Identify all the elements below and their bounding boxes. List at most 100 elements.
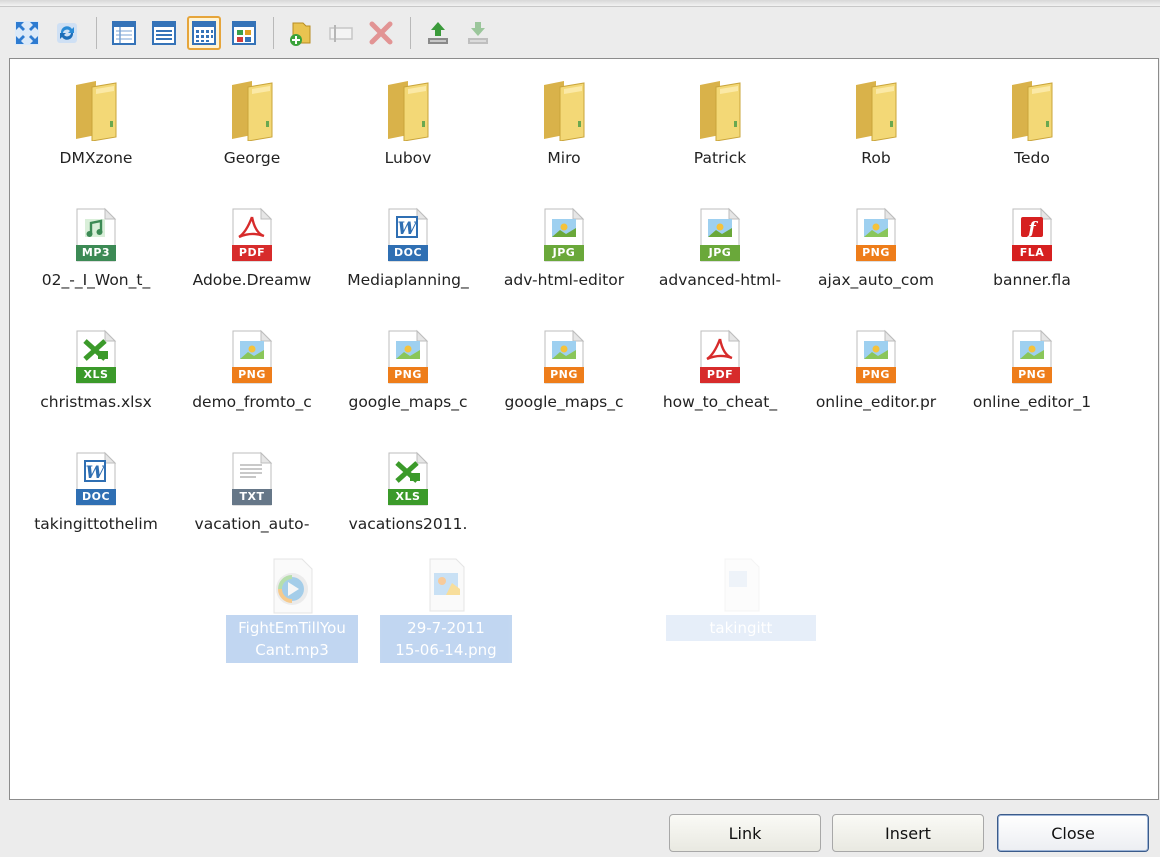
file-item[interactable]: XLS christmas.xlsx [18,313,174,427]
toolbar-separator [273,17,274,49]
file-item[interactable]: PDF Adobe.Dreamw [174,191,330,305]
file-item[interactable]: TXT vacation_auto- [174,435,330,549]
file-label: banner.fla [993,271,1071,289]
file-label: online_editor_1 [972,393,1092,411]
folder-icon [388,81,429,141]
folder-icon [544,81,585,141]
file-type-badge: MP3 [76,245,116,261]
file-item[interactable]: XLS vacations2011. [330,435,486,549]
new-folder-icon[interactable] [284,16,318,50]
drag-ghost-label: takingitt [666,615,816,641]
file-label: google_maps_c [348,393,468,411]
details-view-icon[interactable] [107,16,141,50]
file-type-badge: XLS [76,367,116,383]
rename-icon[interactable] [324,16,358,50]
file-items: MP3 02_-_I_Won_t_ PDF Adobe.Dreamw W DOC Media… [18,191,1118,549]
folder-icon [1012,81,1053,141]
folder-label: Miro [547,149,581,167]
file-item[interactable]: PNG online_editor_1 [954,313,1110,427]
file-label: vacation_auto- [194,515,310,533]
window-top-edge [0,0,1160,7]
dialog-footer: Link Insert Close [0,806,1160,857]
drag-ghost-item: 29-7-2011 15-06-14.png [380,555,512,663]
file-type-badge: PNG [856,367,896,383]
file-browser-window: DMXzone George Lubov Miro Patrick Rob Te… [0,0,1160,857]
upload-icon[interactable] [421,16,455,50]
file-item[interactable]: PDF how_to_cheat_ [642,313,798,427]
folder-icon [76,81,117,141]
folder-icon [232,81,273,141]
folder-label: DMXzone [59,149,133,167]
file-label: Mediaplanning_ [347,271,469,289]
fullscreen-icon[interactable] [10,16,44,50]
file-type-badge: JPG [700,245,740,261]
folder-item[interactable]: Tedo [954,69,1110,183]
file-type-badge: FLA [1012,245,1052,261]
folder-icon [700,81,741,141]
file-item[interactable]: PNG ajax_auto_com [798,191,954,305]
file-item[interactable]: PNG demo_fromto_c [174,313,330,427]
drag-ghost-label: FightEmTillYou Cant.mp3 [226,615,358,663]
file-grid: DMXzone George Lubov Miro Patrick Rob Te… [18,69,1118,183]
folder-item[interactable]: Rob [798,69,954,183]
folder-label: Tedo [1014,149,1050,167]
file-item[interactable]: MP3 02_-_I_Won_t_ [18,191,174,305]
image-file-icon [429,558,465,612]
folder-item[interactable]: DMXzone [18,69,174,183]
file-type-badge: TXT [232,489,272,505]
file-item[interactable]: W DOC takingittothelim [18,435,174,549]
folder-label: Rob [861,149,891,167]
folder-label: George [223,149,281,167]
file-type-badge: DOC [76,489,116,505]
folder-label: Patrick [693,149,747,167]
file-list-panel[interactable]: DMXzone George Lubov Miro Patrick Rob Te… [9,58,1159,800]
file-item[interactable]: PNG google_maps_c [330,313,486,427]
file-label: takingittothelim [34,515,158,533]
drag-ghost-label: 29-7-2011 15-06-14.png [380,615,512,663]
file-label: google_maps_c [504,393,624,411]
file-type-badge: PNG [232,367,272,383]
folder-item[interactable]: Patrick [642,69,798,183]
file-type-badge: PNG [1012,367,1052,383]
list-view-icon[interactable] [147,16,181,50]
toolbar [10,10,1160,56]
file-label: vacations2011. [348,515,468,533]
file-item[interactable]: f FLA banner.fla [954,191,1110,305]
file-type-badge: PNG [856,245,896,261]
file-item[interactable]: PNG online_editor.pr [798,313,954,427]
drag-ghost-item: takingitt [666,555,816,641]
toolbar-separator [410,17,411,49]
link-button[interactable]: Link [669,814,821,852]
svg-text:W: W [397,219,418,239]
file-label: online_editor.pr [815,393,937,411]
file-type-badge: PDF [232,245,272,261]
folder-item[interactable]: George [174,69,330,183]
file-item[interactable]: JPG adv-html-editor [486,191,642,305]
folder-item[interactable]: Lubov [330,69,486,183]
close-button[interactable]: Close [997,814,1149,852]
svg-text:W: W [85,463,106,483]
folder-item[interactable]: Miro [486,69,642,183]
file-item[interactable]: W DOC Mediaplanning_ [330,191,486,305]
file-type-badge: PNG [544,367,584,383]
toolbar-separator [96,17,97,49]
file-label: adv-html-editor [503,271,625,289]
insert-button[interactable]: Insert [832,814,984,852]
file-label: Adobe.Dreamw [192,271,312,289]
media-file-icon [273,558,313,614]
file-label: ajax_auto_com [818,271,934,289]
file-type-badge: PDF [700,367,740,383]
download-icon[interactable] [461,16,495,50]
small-icons-view-icon[interactable] [187,16,221,50]
file-type-badge: XLS [388,489,428,505]
file-item[interactable]: PNG google_maps_c [486,313,642,427]
file-item[interactable]: JPG advanced-html- [642,191,798,305]
delete-icon[interactable] [364,16,398,50]
file-type-badge: JPG [544,245,584,261]
folder-icon [856,81,897,141]
large-icons-view-icon[interactable] [227,16,261,50]
folder-label: Lubov [384,149,432,167]
file-label: how_to_cheat_ [662,393,778,411]
drag-ghost-item: FightEmTillYou Cant.mp3 [226,555,358,663]
refresh-icon[interactable] [50,16,84,50]
